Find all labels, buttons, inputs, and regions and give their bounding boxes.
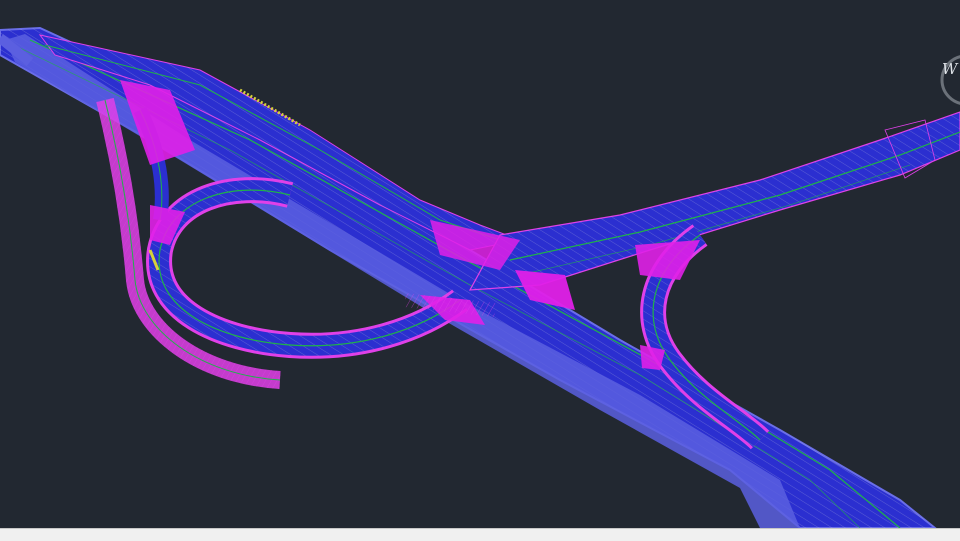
status-bar (0, 528, 960, 541)
navigation-glyph: W (942, 60, 958, 78)
crossing-road (468, 111, 960, 291)
interchange-drawing[interactable] (0, 0, 960, 528)
navigation-wheel-icon[interactable]: W (936, 52, 960, 108)
drawing-viewport[interactable]: W (0, 0, 960, 528)
